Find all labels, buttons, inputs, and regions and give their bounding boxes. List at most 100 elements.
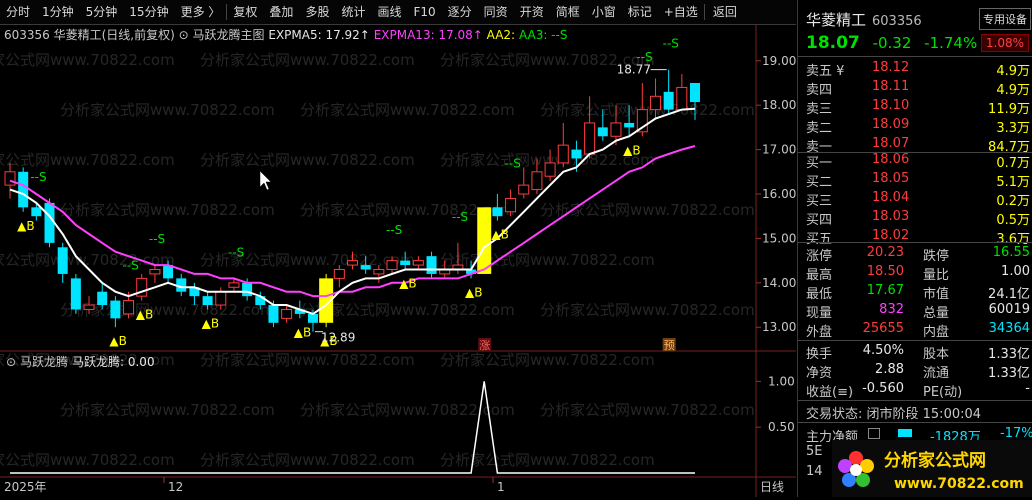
indicator-dropdown-icon[interactable]: ⊙ (179, 28, 193, 42)
y-axis-label: 14.00 (762, 276, 796, 290)
stat-label: 量比 (923, 268, 950, 283)
stat-value: 16.55 (992, 245, 1030, 260)
candle-body (242, 282, 253, 297)
divider (798, 340, 1032, 341)
buy-signal: ▲B (465, 285, 482, 299)
sub-indicator-icon: ⊙ (6, 355, 16, 369)
stat-label: 流通 (923, 366, 950, 381)
main-flow-toggle-icon[interactable] (868, 428, 880, 439)
watermark-text: 分析家公式网www.70822.com (200, 151, 415, 169)
low-price-label: 12.89 (321, 331, 355, 345)
kline-chart-area[interactable]: 分析家公式网www.70822.com 分析家公式网www.70822.com 分析… (0, 25, 796, 497)
chart-title-line: 603356 华菱精工(日线,前复权) ⊙ 马跃龙腾主图 EXPMA5: 17.… (4, 26, 567, 43)
toolbar-item-8[interactable]: 统计 (335, 0, 371, 24)
stat-row: 收益(≡) -0.560 PE(动) - (806, 381, 1030, 400)
candle-body (215, 291, 227, 306)
watermark-text: 分析家公式网www.70822.com (300, 401, 515, 419)
ask-row: 卖一 18.07 84.7万 (806, 136, 1030, 155)
chart-title: 603356 华菱精工(日线,前复权) (4, 28, 175, 42)
candle-body (373, 269, 385, 275)
toolbar-item-16[interactable]: 标记 (622, 0, 658, 24)
toolbar-item-9[interactable]: 画线 (371, 0, 407, 24)
toolbar-item-17[interactable]: +自选 (658, 0, 704, 24)
indicator-name[interactable]: 马跃龙腾主图 (193, 28, 265, 42)
stat-row: 外盘 25655 内盘 34364 (806, 321, 1030, 340)
toolbar-separator (703, 4, 705, 20)
toolbar-item-15[interactable]: 小窗 (586, 0, 622, 24)
ask-label: 卖四 (806, 83, 833, 98)
stat-value: 24.1亿 (988, 287, 1030, 302)
watermark-text: 分析家公式网www.70822.com (200, 451, 415, 469)
stat-label: 收益(≡) (806, 385, 854, 400)
toolbar-item-14[interactable]: 简框 (550, 0, 586, 24)
bid-label: 买二 (806, 175, 833, 190)
toolbar-item-0[interactable]: 分时 (0, 0, 36, 24)
stat-value: 1.33亿 (988, 366, 1030, 381)
candle-body (597, 127, 608, 137)
stat-label: PE(动) (923, 385, 963, 400)
toolbar-item-4[interactable]: 更多 〉 (175, 0, 227, 24)
toolbar-item-3[interactable]: 15分钟 (123, 0, 174, 24)
ask-volume: 4.9万 (996, 83, 1030, 98)
toolbar-item-18[interactable]: 返回 (707, 0, 743, 24)
bid-price: 18.03 (872, 209, 910, 224)
toolbar-item-12[interactable]: 同资 (478, 0, 514, 24)
bid-price: 18.06 (872, 152, 910, 167)
row-5e-label: 5E (806, 444, 823, 459)
candle-body (531, 171, 543, 191)
watermark-text: 分析家公式网www.70822.com (0, 151, 175, 169)
sell-signal: --S (228, 245, 244, 259)
stat-value: 20.23 (866, 245, 904, 260)
sell-signal: --S (386, 223, 402, 237)
candle-body (505, 197, 517, 213)
bid-row: 买四 18.03 0.5万 (806, 209, 1030, 228)
watermark-text: 分析家公式网www.70822.com (0, 51, 175, 69)
candle-body (426, 256, 437, 274)
candle-body (97, 291, 108, 306)
candle-body (690, 82, 700, 103)
stat-row: 现量 832 总量 60019 (806, 302, 1030, 321)
toolbar-item-1[interactable]: 1分钟 (36, 0, 80, 24)
toolbar-item-6[interactable]: 叠加 (263, 0, 299, 24)
industry-button[interactable]: 专用设备 (979, 8, 1031, 30)
ask-price: 18.10 (872, 98, 910, 113)
bid-volume: 0.2万 (996, 194, 1030, 209)
stat-label: 换手 (806, 347, 833, 362)
stat-label: 股本 (923, 347, 950, 362)
toolbar-item-5[interactable]: 复权 (227, 0, 263, 24)
candle-body (676, 86, 688, 111)
ask-label: 卖五 ¥ (806, 64, 845, 79)
watermark-text: 分析家公式网www.70822.com (0, 251, 175, 269)
divider (798, 56, 1032, 57)
toolbar-item-2[interactable]: 5分钟 (80, 0, 124, 24)
expma13-label: EXPMA13: 17.08↑ (373, 28, 483, 42)
main-flow-pct: -17% (1000, 426, 1032, 441)
stat-value: 17.67 (866, 283, 904, 298)
stat-label: 总量 (923, 306, 950, 321)
trade-status: 交易状态: 闭市阶段 15:00:04 (806, 403, 1030, 422)
aa2-label: AA2: (486, 28, 516, 42)
toolbar-item-13[interactable]: 开资 (514, 0, 550, 24)
toolbar-item-7[interactable]: 多股 (299, 0, 335, 24)
toolbar-item-10[interactable]: F10 (407, 0, 441, 24)
candle-body (584, 122, 596, 155)
y-axis-label: 15.00 (762, 231, 796, 245)
kline-chart[interactable]: 分析家公式网www.70822.com 分析家公式网www.70822.com 分析… (0, 25, 796, 497)
mouse-cursor-icon (259, 170, 272, 191)
sub-y-axis-label: 1.00 (768, 374, 795, 388)
bid-price: 18.04 (872, 190, 910, 205)
watermark-text: 分析家公式网www.70822.com (60, 101, 275, 119)
stat-value: - (1025, 381, 1030, 396)
stat-value: -0.560 (862, 381, 904, 396)
ask-label: 卖二 (806, 121, 833, 136)
candle-body (202, 296, 213, 306)
buy-signal: ▲B (623, 143, 640, 157)
bid-row: 买二 18.05 5.1万 (806, 171, 1030, 190)
toolbar-item-11[interactable]: 逐分 (442, 0, 478, 24)
divider (798, 422, 1032, 423)
ask-price: 18.11 (872, 79, 910, 94)
candle-body (83, 304, 95, 310)
watermark-text: 分析家公式网www.70822.com (0, 451, 175, 469)
candle-body (477, 207, 492, 274)
ask-row: 卖三 18.10 11.9万 (806, 98, 1030, 117)
